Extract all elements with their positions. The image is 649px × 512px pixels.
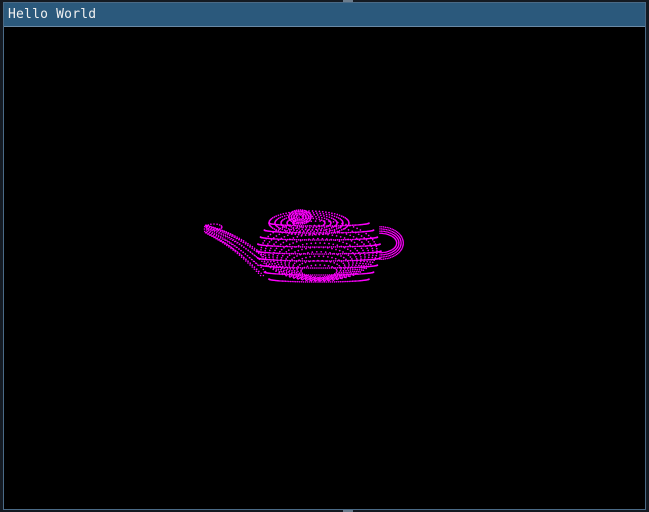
teapot-render [203,209,405,283]
window-title: Hello World [8,7,97,22]
teapot-icon [203,209,405,283]
window-titlebar[interactable]: Hello World [4,3,645,27]
render-viewport[interactable] [4,27,645,509]
app-window: Hello World [3,2,646,510]
